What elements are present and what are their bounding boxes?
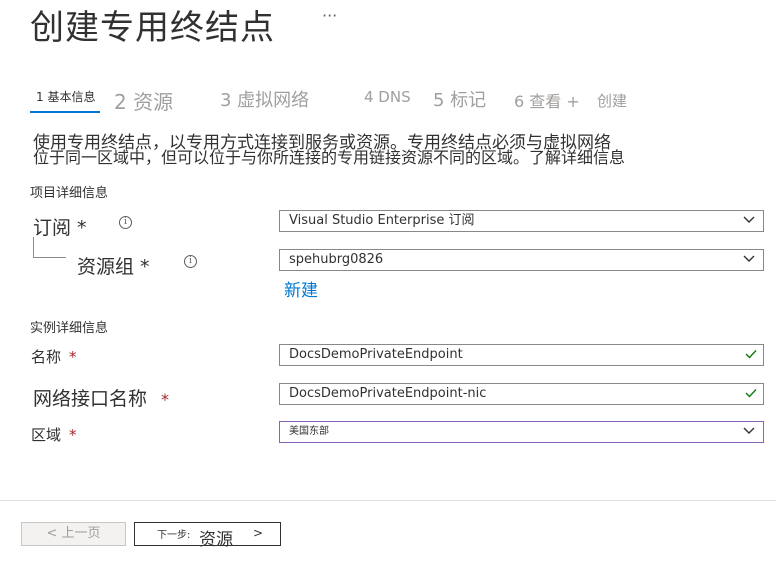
chevron-down-icon (743, 216, 755, 223)
next-prefix: 下一步: (157, 530, 191, 541)
more-options-icon[interactable]: ··· (322, 6, 337, 25)
valid-check-icon (745, 350, 757, 359)
required-marker: * (161, 390, 170, 409)
description-line-2: 位于同一区域中，但可以位于与你所连接的专用链接资源不同的区域。了解详细信息 (33, 148, 626, 167)
project-details-heading: 项目详细信息 (30, 186, 109, 201)
region-label: 区域 * (31, 426, 77, 444)
next-arrow-icon: > (253, 526, 264, 540)
create-new-resource-group-link[interactable]: 新建 (284, 276, 318, 301)
nic-name-input[interactable]: DocsDemoPrivateEndpoint-nic (279, 383, 764, 405)
subscription-label: 订阅 * (33, 217, 87, 239)
region-value: 美国东部 (289, 426, 329, 437)
tab-dns[interactable]: 4 DNS (364, 88, 411, 106)
previous-button[interactable]: < 上一页 (21, 522, 126, 546)
tree-connector (33, 237, 66, 258)
chevron-down-icon (743, 427, 755, 434)
valid-check-icon (745, 389, 757, 398)
next-button[interactable]: 下一步: 资源 > (134, 522, 281, 550)
subscription-select[interactable]: Visual Studio Enterprise 订阅 (279, 210, 764, 232)
required-marker: * (69, 348, 77, 366)
tab-create[interactable]: 创建 (597, 90, 627, 111)
tab-resource[interactable]: 2 资源 (114, 86, 173, 115)
resource-group-value: spehubrg0826 (289, 252, 384, 267)
page-title: 创建专用终结点 (30, 8, 275, 48)
instance-details-heading: 实例详细信息 (30, 321, 109, 336)
footer-divider (0, 500, 776, 501)
resource-group-label: 资源组 * (77, 256, 150, 278)
chevron-down-icon (743, 255, 755, 262)
tab-virtual-network[interactable]: 3 虚拟网络 (220, 86, 309, 112)
tab-review[interactable]: 6 查看 + (514, 88, 580, 112)
nic-name-value: DocsDemoPrivateEndpoint-nic (289, 386, 487, 401)
subscription-value: Visual Studio Enterprise 订阅 (289, 213, 475, 228)
resource-group-select[interactable]: spehubrg0826 (279, 249, 764, 271)
region-select[interactable]: 美国东部 (279, 421, 764, 443)
name-input[interactable]: DocsDemoPrivateEndpoint (279, 344, 764, 366)
active-tab-indicator (30, 111, 100, 113)
tab-basics[interactable]: 1 基本信息 (36, 88, 95, 105)
required-marker: * (69, 426, 77, 444)
name-label: 名称 * (31, 348, 77, 366)
resource-group-info-icon[interactable]: i (184, 255, 197, 268)
subscription-info-icon[interactable]: i (119, 216, 132, 229)
next-target: 资源 (199, 530, 233, 550)
nic-name-label: 网络接口名称 * (33, 388, 170, 410)
tab-tags[interactable]: 5 标记 (433, 86, 486, 112)
name-value: DocsDemoPrivateEndpoint (289, 347, 463, 362)
